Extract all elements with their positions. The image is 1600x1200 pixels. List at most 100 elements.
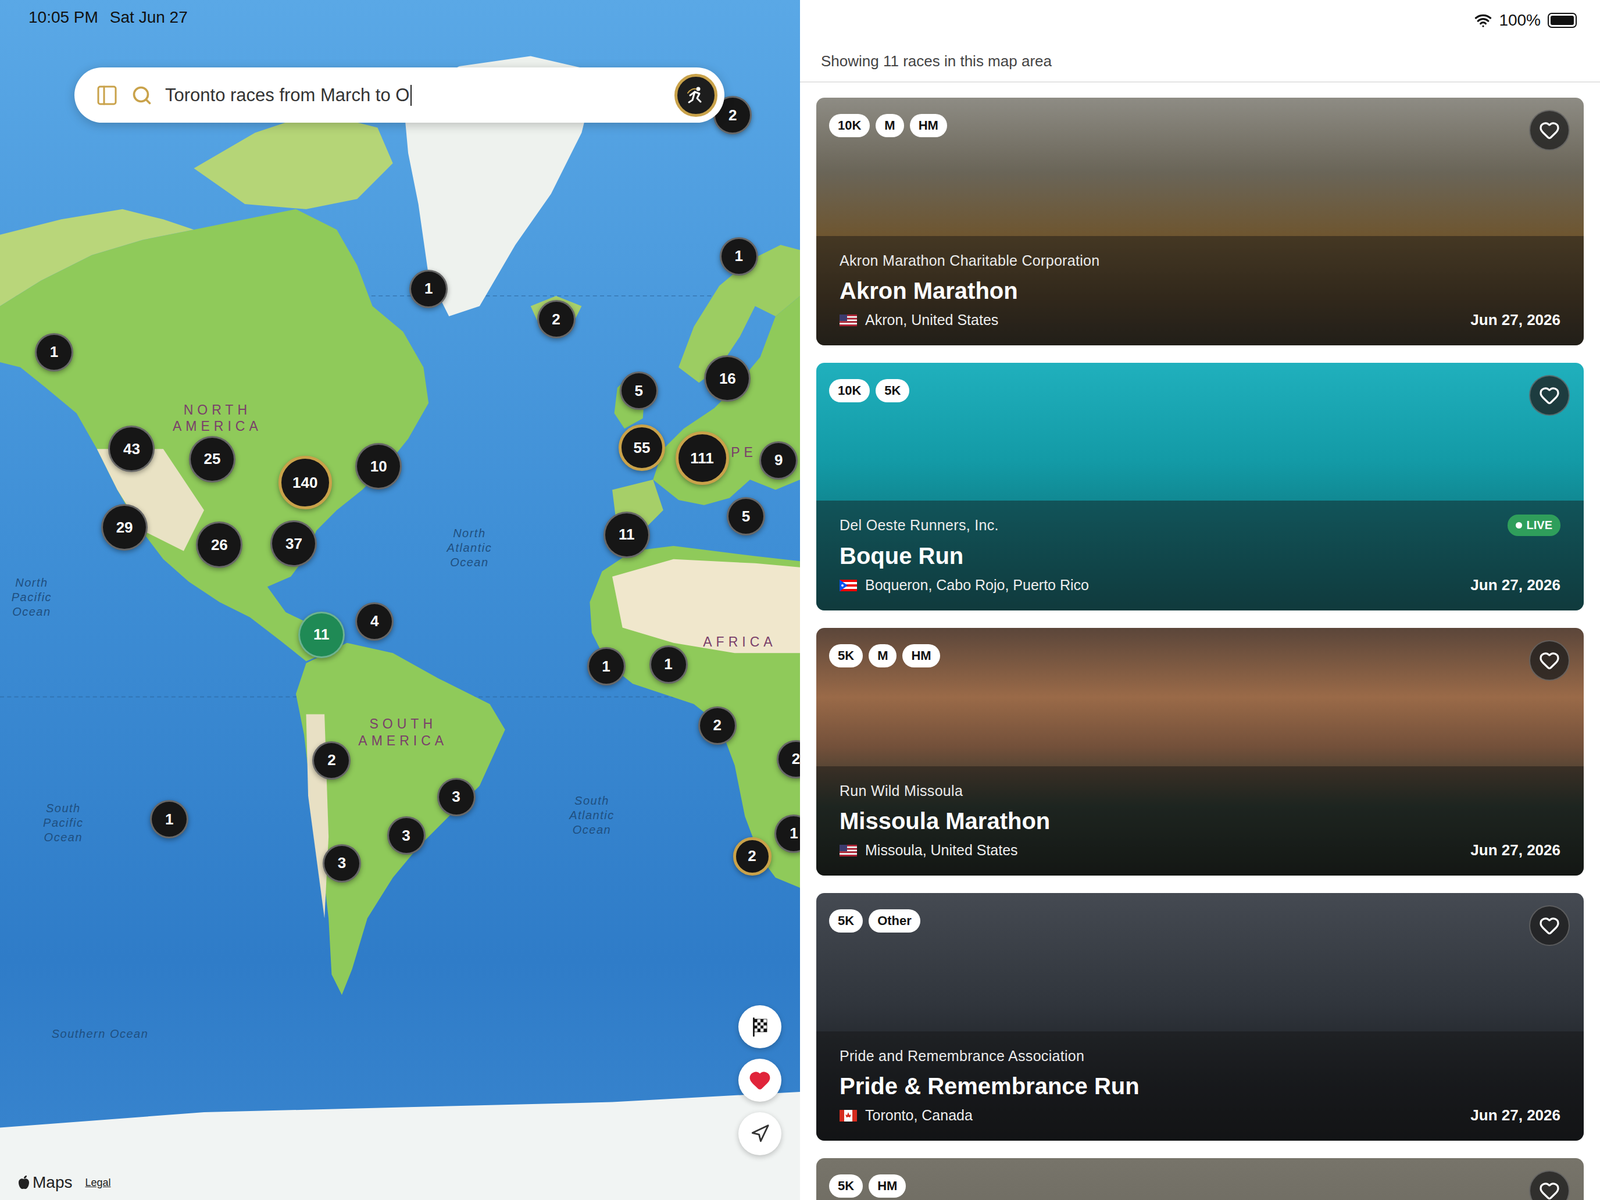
map-cluster-pin[interactable]: 37 (270, 520, 317, 567)
distance-tag: 5K (829, 644, 863, 668)
race-card[interactable]: 10KMHMAkron Marathon Charitable Corporat… (816, 97, 1584, 346)
map-cluster-pin[interactable]: 4 (355, 602, 394, 641)
race-date: Jun 27, 2026 (1470, 841, 1561, 860)
apple-logo-icon (17, 1175, 31, 1191)
map-cluster-pin[interactable]: 11 (298, 611, 345, 659)
status-time: 10:05 PMSat Jun 27 (28, 8, 188, 27)
distance-tag: 10K (829, 379, 870, 403)
battery-percent: 100% (1498, 11, 1541, 30)
race-location: Toronto, Canada (839, 1106, 973, 1124)
favorite-button[interactable] (1529, 109, 1570, 151)
map-label: NORTHAMERICA (172, 401, 263, 436)
heart-icon (1538, 650, 1560, 671)
map-cluster-pin[interactable]: 5 (726, 497, 766, 536)
favorite-button[interactable] (1529, 640, 1570, 681)
map-cluster-pin[interactable]: 29 (101, 504, 148, 551)
map-cluster-pin[interactable]: 1 (409, 269, 448, 309)
race-card-header: 5KHM (816, 1158, 1584, 1200)
race-meta: Missoula, United States Jun 27, 2026 (839, 841, 1561, 860)
map-cluster-pin[interactable]: 3 (322, 844, 362, 883)
favorite-button[interactable] (1529, 375, 1570, 416)
race-card[interactable]: 5KOther Pride and Remembrance Association… (816, 893, 1584, 1141)
distance-tag: Other (868, 909, 921, 933)
heart-icon (1538, 915, 1560, 937)
favorite-button[interactable] (1529, 905, 1570, 946)
map-cluster-pin[interactable]: 25 (188, 436, 236, 483)
distance-tag: M (868, 644, 897, 668)
favorite-button[interactable] (1529, 1170, 1570, 1200)
distance-tags: 5KOther (829, 909, 921, 933)
heart-icon (1538, 119, 1560, 141)
race-date: Jun 27, 2026 (1470, 576, 1561, 595)
us-flag-icon (839, 844, 857, 857)
map-cluster-pin[interactable]: 16 (704, 355, 751, 402)
map-label: SouthAtlanticOcean (569, 793, 615, 838)
wifi-icon (1474, 11, 1492, 30)
map-label: NorthAtlanticOcean (447, 526, 493, 570)
map-cluster-pin[interactable]: 1 (587, 647, 626, 686)
heart-icon (1538, 384, 1560, 406)
profile-button[interactable] (674, 73, 718, 117)
map-cluster-pin[interactable]: 5 (619, 371, 659, 410)
map-cluster-pin[interactable]: 55 (618, 424, 666, 471)
map-cluster-pin[interactable]: 1 (649, 645, 688, 684)
search-bar[interactable]: Toronto races from March to O (74, 67, 725, 123)
race-meta: Boqueron, Cabo Rojo, Puerto RicoJun 27, … (839, 576, 1561, 595)
distance-tags: 5KMHM (829, 644, 941, 668)
map-cluster-pin[interactable]: 2 (733, 837, 772, 876)
organizer-row: Run Wild Missoula (839, 780, 1561, 802)
distance-tags: 10K5K (829, 379, 910, 403)
maps-brand: Maps (17, 1173, 73, 1192)
map-cluster-pin[interactable]: 26 (195, 521, 243, 569)
map-cluster-pin[interactable]: 1 (34, 333, 74, 372)
map-controls (738, 1005, 782, 1156)
map-cluster-pin[interactable]: 43 (108, 425, 155, 473)
race-title: Pride & Remembrance Run (839, 1073, 1561, 1100)
race-list-panel: 100%Showing 11 races in this map area10K… (800, 0, 1600, 1200)
favorites-button[interactable] (738, 1058, 782, 1102)
location-arrow-icon (750, 1123, 770, 1144)
race-title: Boque Run (839, 543, 1561, 570)
map-label: PE (730, 443, 757, 461)
canada-flag-icon (839, 1109, 857, 1122)
battery-icon (1547, 12, 1577, 28)
map-cluster-pin[interactable]: 2 (698, 706, 737, 745)
finish-button[interactable] (738, 1005, 782, 1049)
map-cluster-pin[interactable]: 2 (312, 741, 351, 780)
heart-icon (1538, 1180, 1560, 1200)
distance-tag: 10K (829, 113, 870, 138)
map-cluster-pin[interactable]: 1 (150, 800, 189, 839)
map-label: AFRICA (702, 633, 777, 651)
distance-tag: 5K (875, 379, 910, 403)
map-attribution: Maps Legal (17, 1173, 112, 1192)
race-card[interactable]: 10K5KDel Oeste Runners, Inc.LIVEBoque Ru… (816, 362, 1584, 611)
sidebar-toggle-icon[interactable] (95, 83, 119, 107)
world-map[interactable] (0, 0, 800, 1200)
map-cluster-pin[interactable]: 11 (603, 511, 650, 559)
map-cluster-pin[interactable]: 3 (387, 816, 426, 855)
search-input[interactable]: Toronto races from March to O (165, 84, 662, 106)
race-card[interactable]: 5KMHMRun Wild MissoulaMissoula MarathonM… (816, 627, 1584, 876)
race-card-header: 5KOther (816, 893, 1584, 946)
map-cluster-pin[interactable]: 9 (759, 441, 798, 480)
map-label: Southern Ocean (51, 1026, 149, 1041)
race-meta: Toronto, CanadaJun 27, 2026 (839, 1106, 1561, 1125)
race-info: Akron Marathon Charitable CorporationAkr… (816, 236, 1584, 346)
race-card[interactable]: 5KHM (816, 1158, 1584, 1200)
map-cluster-pin[interactable]: 2 (537, 300, 576, 339)
locate-button[interactable] (738, 1112, 782, 1156)
legal-link[interactable]: Legal (84, 1176, 111, 1189)
app-logo-icon (684, 83, 708, 107)
distance-tag: HM (909, 113, 948, 138)
race-location: Missoula, United States (839, 841, 1019, 859)
map-cluster-pin[interactable]: 3 (437, 777, 476, 817)
app-screen: 10:05 PMSat Jun 27NORTHAMERICASOUTHAMERI… (0, 0, 1600, 1200)
status-bar: 100% (800, 0, 1600, 41)
text-caret (410, 84, 412, 106)
map-cluster-pin[interactable]: 10 (355, 443, 402, 490)
map-cluster-pin[interactable]: 1 (719, 237, 759, 276)
live-badge: LIVE (1507, 514, 1561, 537)
map-cluster-pin[interactable]: 140 (278, 455, 332, 510)
map-cluster-pin[interactable]: 111 (675, 431, 730, 485)
race-info: Pride and Remembrance AssociationPride &… (816, 1031, 1584, 1141)
